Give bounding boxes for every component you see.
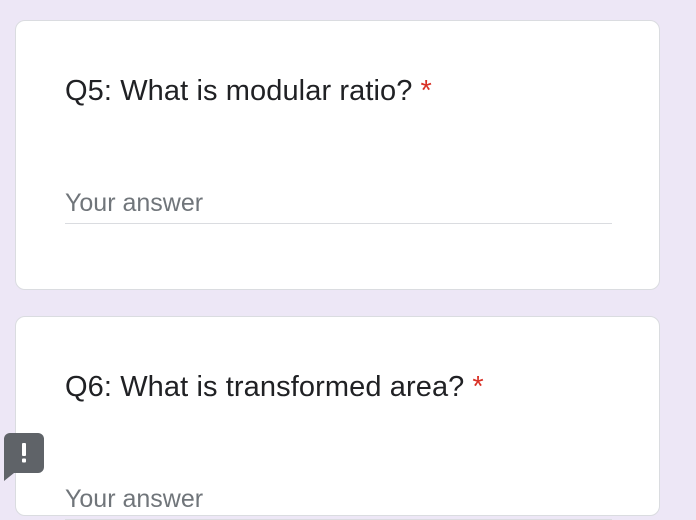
answer-input-q6[interactable] [65,479,612,520]
report-problem-button[interactable] [4,433,44,481]
required-asterisk: * [420,75,432,107]
feedback-bubble-tail [4,473,14,481]
question-title-q5: Q5: What is modular ratio? * [65,75,432,108]
required-asterisk: * [472,371,484,403]
question-title-text: Q5: What is modular ratio? [65,75,413,107]
question-card-q6: Q6: What is transformed area? * [15,316,660,520]
question-title-q6: Q6: What is transformed area? * [65,371,484,404]
answer-input-q5[interactable] [65,183,612,224]
report-problem-icon [20,442,28,464]
question-title-text: Q6: What is transformed area? [65,371,465,403]
question-card-q5: Q5: What is modular ratio? * [15,20,660,290]
